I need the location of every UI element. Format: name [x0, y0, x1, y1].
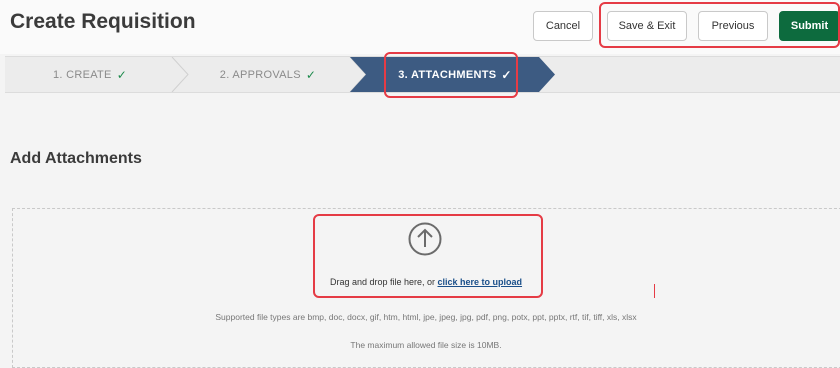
page-title: Create Requisition	[10, 10, 196, 33]
save-exit-button[interactable]: Save & Exit	[607, 11, 687, 41]
max-file-size: The maximum allowed file size is 10MB.	[350, 340, 502, 350]
check-icon: ✓	[305, 67, 317, 82]
step-label: 1. CREATE	[52, 68, 112, 81]
step-label: 2. APPROVALS	[219, 68, 301, 81]
drag-drop-instructions: Drag and drop file here, or click here t…	[0, 277, 840, 287]
upload-link[interactable]: click here to upload	[438, 277, 523, 287]
check-icon: ✓	[501, 67, 512, 82]
step-attachments[interactable]: 3. ATTACHMENTS ✓	[360, 57, 550, 92]
check-icon: ✓	[116, 67, 128, 82]
step-approvals[interactable]: 2. APPROVALS ✓	[183, 57, 353, 92]
cancel-button[interactable]: Cancel	[533, 11, 593, 41]
upload-arrow-icon[interactable]	[408, 222, 442, 256]
section-title: Add Attachments	[10, 150, 142, 167]
drag-text: Drag and drop file here, or	[329, 277, 438, 287]
progress-steps: 1. CREATE ✓ 2. APPROVALS ✓ 3. ATTACHMENTS ✓	[5, 56, 840, 93]
page-header: Create Requisition Cancel Save & Exit Pr…	[0, 0, 840, 54]
text-cursor	[654, 284, 655, 298]
step-create[interactable]: 1. CREATE ✓	[5, 57, 175, 92]
step-label: 3. ATTACHMENTS	[398, 68, 497, 81]
supported-file-types: Supported file types are bmp, doc, docx,…	[215, 312, 637, 322]
submit-button[interactable]: Submit	[779, 11, 840, 41]
previous-button[interactable]: Previous	[698, 11, 768, 41]
